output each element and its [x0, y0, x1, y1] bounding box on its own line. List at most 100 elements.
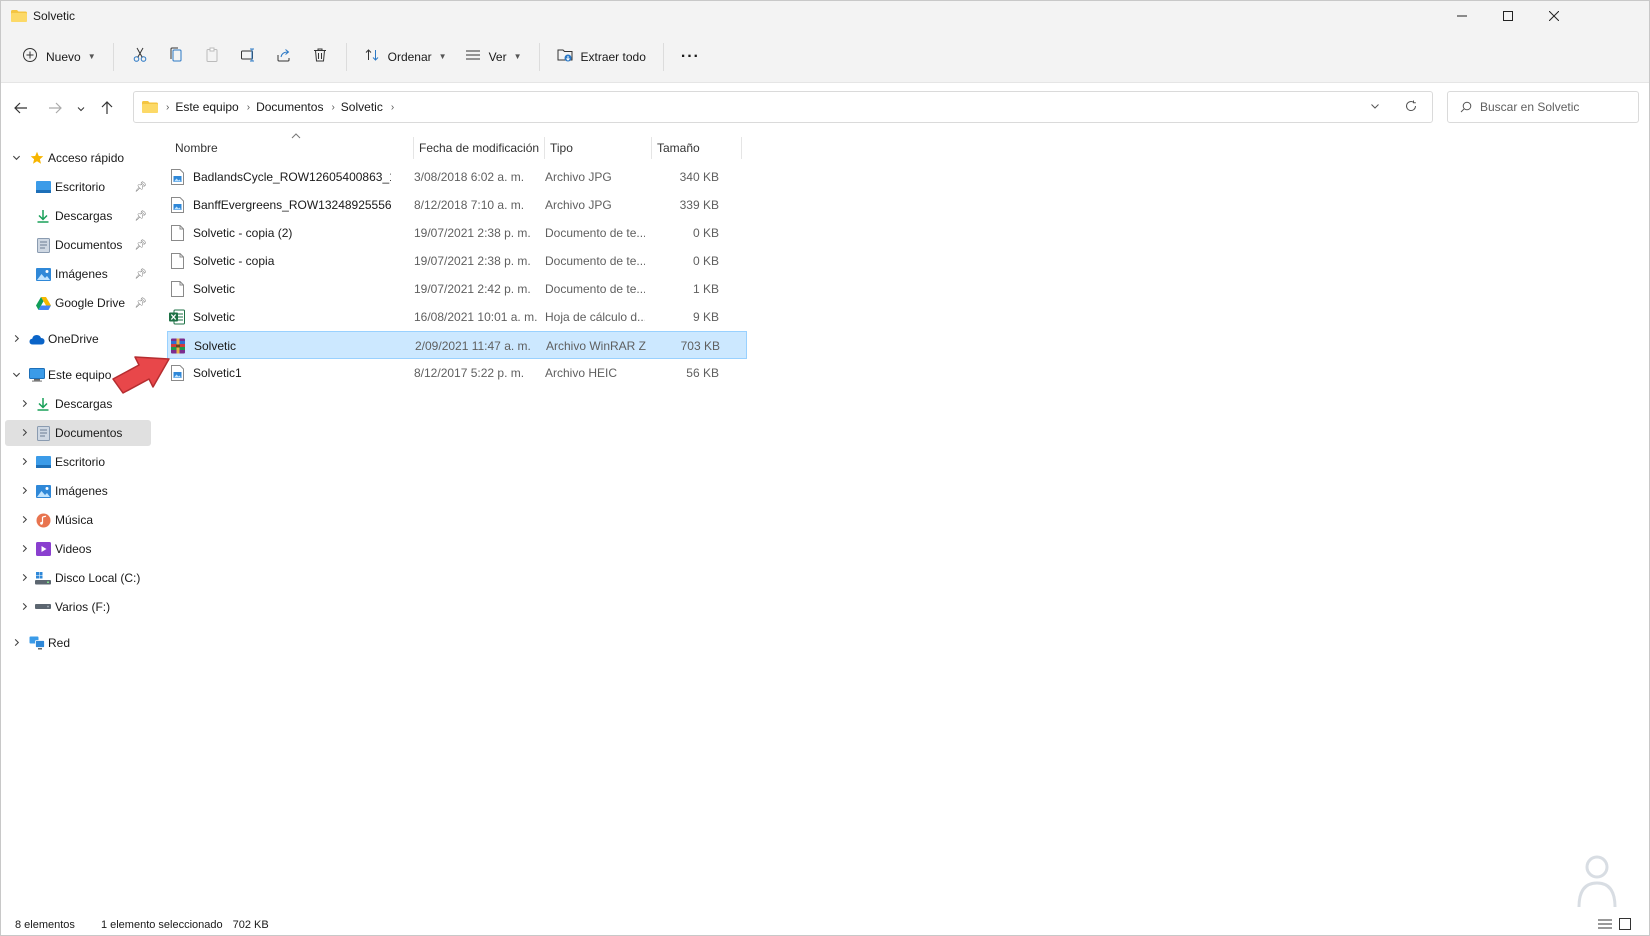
search-input[interactable]	[1480, 100, 1630, 114]
file-row[interactable]: Solvetic 19/07/2021 2:42 p. m. Documento d…	[167, 275, 747, 303]
breadcrumb-chevron-icon[interactable]: ›	[247, 102, 250, 113]
breadcrumb-chevron-icon[interactable]: ›	[331, 102, 334, 113]
sidebar-item-imagenes-quick[interactable]: Imágenes 📌︎	[5, 261, 151, 287]
sidebar-item-musica[interactable]: Música	[5, 507, 151, 533]
chevron-right-icon[interactable]	[17, 515, 31, 526]
up-button[interactable]	[95, 97, 119, 121]
file-row[interactable]: Solvetic1 8/12/2017 5:22 p. m. Archivo HEI…	[167, 359, 747, 387]
download-icon	[35, 208, 51, 224]
column-divider[interactable]	[544, 137, 545, 159]
text-file-icon	[169, 253, 185, 269]
breadcrumb-documentos[interactable]: Documentos	[256, 100, 323, 114]
cut-button[interactable]	[122, 39, 158, 75]
file-name-cell[interactable]: Solvetic - copia (2)	[167, 219, 391, 247]
computer-icon	[29, 367, 45, 383]
file-date: 19/07/2021 2:38 p. m.	[414, 254, 531, 268]
file-name-cell[interactable]: Solvetic	[167, 275, 391, 303]
sidebar-item-documentos[interactable]: Documentos	[5, 420, 151, 446]
chevron-right-icon[interactable]	[17, 457, 31, 468]
file-name-cell[interactable]: BadlandsCycle_ROW12605400863_1920x1...	[167, 163, 391, 191]
thumbnails-view-button[interactable]	[1615, 915, 1635, 935]
chevron-right-icon[interactable]	[17, 602, 31, 613]
sidebar-item-onedrive[interactable]: OneDrive	[5, 326, 151, 352]
sidebar-item-quick-access[interactable]: Acceso rápido	[5, 145, 151, 171]
rename-button[interactable]	[230, 39, 266, 75]
file-row[interactable]: Solvetic 16/08/2021 10:01 a. m. Hoja de cá…	[167, 303, 747, 331]
file-type: Hoja de cálculo d...	[545, 310, 645, 324]
sidebar-item-descargas-quick[interactable]: Descargas 📌︎	[5, 203, 151, 229]
file-name-cell[interactable]: Solvetic	[167, 303, 391, 331]
sidebar-item-escritorio-quick[interactable]: Escritorio 📌︎	[5, 174, 151, 200]
share-button[interactable]	[266, 39, 302, 75]
column-header-label: Fecha de modificación	[419, 141, 540, 155]
sidebar-item-escritorio[interactable]: Escritorio	[5, 449, 151, 475]
file-type-cell: Documento de te...	[545, 275, 645, 303]
refresh-button[interactable]	[1396, 92, 1426, 122]
column-divider[interactable]	[741, 137, 742, 159]
address-bar[interactable]: › Este equipo › Documentos › Solvetic ›	[133, 91, 1433, 123]
extract-all-button[interactable]: Extraer todo	[548, 39, 655, 75]
chevron-right-icon[interactable]	[17, 399, 31, 410]
file-name-cell[interactable]: Solvetic1	[167, 359, 391, 387]
close-button[interactable]	[1531, 1, 1577, 31]
recent-locations-button[interactable]	[69, 97, 93, 121]
paste-button[interactable]	[194, 39, 230, 75]
sidebar-item-varios-f[interactable]: Varios (F:)	[5, 594, 151, 620]
file-name-cell[interactable]: BanffEvergreens_ROW13248925556_1920...	[167, 191, 391, 219]
chevron-down-icon: ▼	[87, 52, 96, 61]
column-header-name[interactable]: Nombre	[175, 133, 399, 163]
document-icon	[35, 425, 51, 441]
chevron-down-icon[interactable]	[9, 370, 23, 381]
file-row[interactable]: Solvetic - copia (2) 19/07/2021 2:38 p. m…	[167, 219, 747, 247]
back-button[interactable]	[9, 97, 33, 121]
column-header-size[interactable]: Tamaño	[657, 133, 725, 163]
file-name: Solvetic	[194, 339, 237, 353]
breadcrumb-chevron-icon[interactable]: ›	[391, 102, 394, 113]
file-row[interactable]: BanffEvergreens_ROW13248925556_1920... 8/…	[167, 191, 747, 219]
file-row[interactable]: Solvetic - copia 19/07/2021 2:38 p. m. Doc…	[167, 247, 747, 275]
chevron-right-icon[interactable]	[17, 486, 31, 497]
delete-button[interactable]	[302, 39, 338, 75]
column-header-date[interactable]: Fecha de modificación	[419, 133, 543, 163]
image-file-icon	[169, 197, 185, 213]
search-box[interactable]	[1447, 91, 1639, 123]
view-button[interactable]: Ver ▼	[456, 39, 531, 75]
file-date: 19/07/2021 2:42 p. m.	[414, 282, 531, 296]
breadcrumb-solvetic[interactable]: Solvetic	[341, 100, 383, 114]
details-view-button[interactable]	[1595, 915, 1615, 935]
chevron-right-icon[interactable]	[17, 544, 31, 555]
address-history-button[interactable]	[1360, 92, 1390, 122]
sidebar-item-videos[interactable]: Videos	[5, 536, 151, 562]
chevron-right-icon[interactable]	[9, 334, 23, 345]
file-row[interactable]: Solvetic 2/09/2021 11:47 a. m. Archivo Win…	[167, 331, 747, 359]
copy-button[interactable]	[158, 39, 194, 75]
chevron-right-icon[interactable]	[17, 573, 31, 584]
sidebar-item-network[interactable]: Red	[5, 630, 151, 656]
new-button[interactable]: Nuevo ▼	[13, 39, 105, 75]
breadcrumb-este-equipo[interactable]: Este equipo	[175, 100, 238, 114]
sidebar-item-documentos-quick[interactable]: Documentos 📌︎	[5, 232, 151, 258]
chevron-right-icon[interactable]	[9, 638, 23, 649]
column-divider[interactable]	[413, 137, 414, 159]
sidebar-item-disco-local-c[interactable]: Disco Local (C:)	[5, 565, 151, 591]
chevron-down-icon[interactable]	[9, 153, 23, 164]
sidebar-item-google-drive[interactable]: Google Drive 📌︎	[5, 290, 151, 316]
sidebar-item-label: Google Drive	[55, 296, 126, 310]
file-date: 3/08/2018 6:02 a. m.	[414, 170, 525, 184]
column-header-type[interactable]: Tipo	[550, 133, 650, 163]
column-divider[interactable]	[651, 137, 652, 159]
minimize-button[interactable]	[1439, 1, 1485, 31]
file-name-cell[interactable]: Solvetic	[168, 332, 392, 360]
chevron-right-icon[interactable]	[17, 428, 31, 439]
file-name: Solvetic	[193, 282, 236, 296]
more-options-button[interactable]: ···	[672, 39, 709, 75]
sidebar-item-label: Imágenes	[55, 267, 108, 281]
forward-button[interactable]	[43, 97, 67, 121]
file-row[interactable]: BadlandsCycle_ROW12605400863_1920x1... 3/…	[167, 163, 747, 191]
sidebar-item-imagenes[interactable]: Imágenes	[5, 478, 151, 504]
sort-button[interactable]: Ordenar ▼	[355, 39, 456, 75]
breadcrumb-chevron-icon[interactable]: ›	[166, 102, 169, 113]
maximize-button[interactable]	[1485, 1, 1531, 31]
command-bar: Nuevo ▼ Ordenar ▼ Ver ▼ Extraer todo ···	[1, 31, 1649, 83]
file-name-cell[interactable]: Solvetic - copia	[167, 247, 391, 275]
